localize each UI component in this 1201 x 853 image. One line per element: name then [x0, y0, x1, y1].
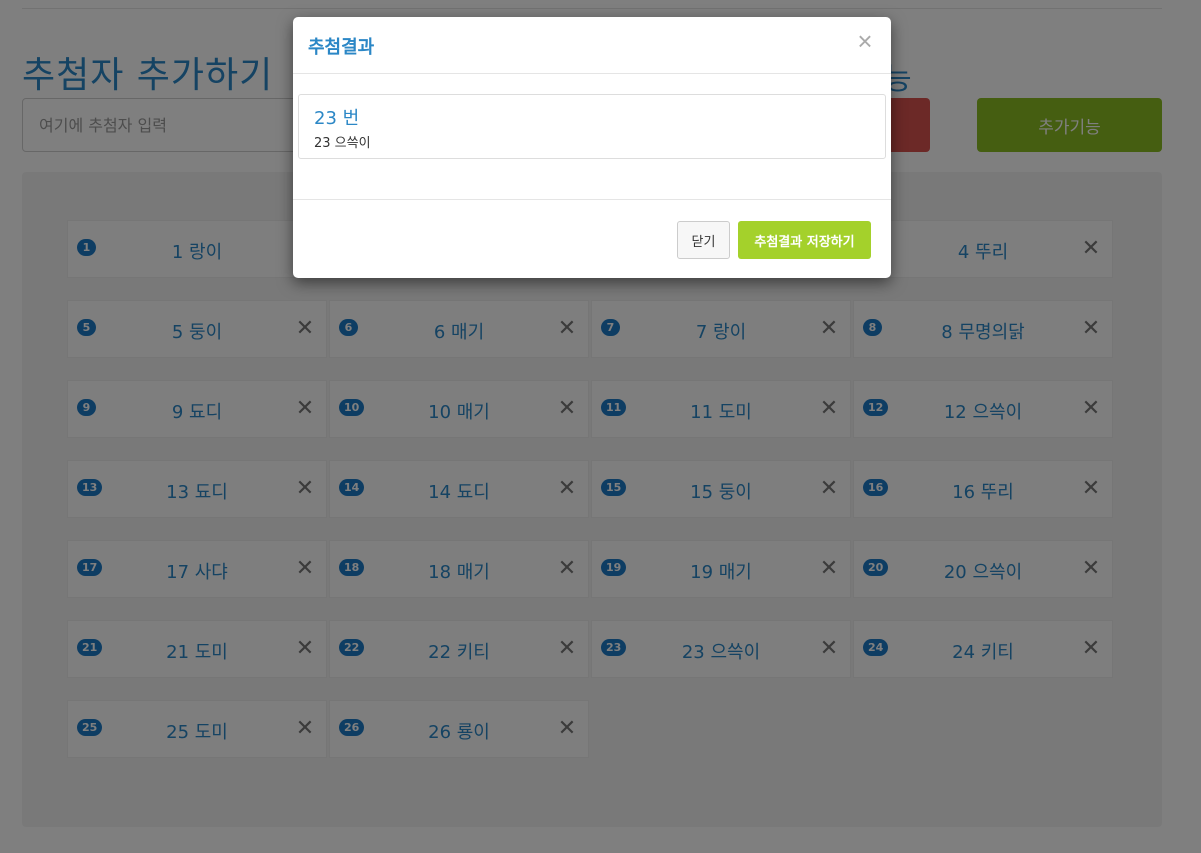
modal-header: 추첨결과 × — [293, 17, 891, 74]
result-card: 23 번 23 으쓱이 — [298, 94, 886, 159]
result-name: 23 으쓱이 — [314, 136, 371, 151]
modal-title: 추첨결과 — [308, 37, 375, 58]
modal-close-icon[interactable]: × — [853, 26, 877, 56]
modal-footer: 닫기 추첨결과 저장하기 — [293, 199, 891, 278]
result-modal: 추첨결과 × 23 번 23 으쓱이 닫기 추첨결과 저장하기 — [293, 17, 891, 278]
result-number: 23 번 — [314, 108, 360, 129]
save-result-button[interactable]: 추첨결과 저장하기 — [738, 221, 871, 259]
close-button[interactable]: 닫기 — [677, 221, 730, 259]
